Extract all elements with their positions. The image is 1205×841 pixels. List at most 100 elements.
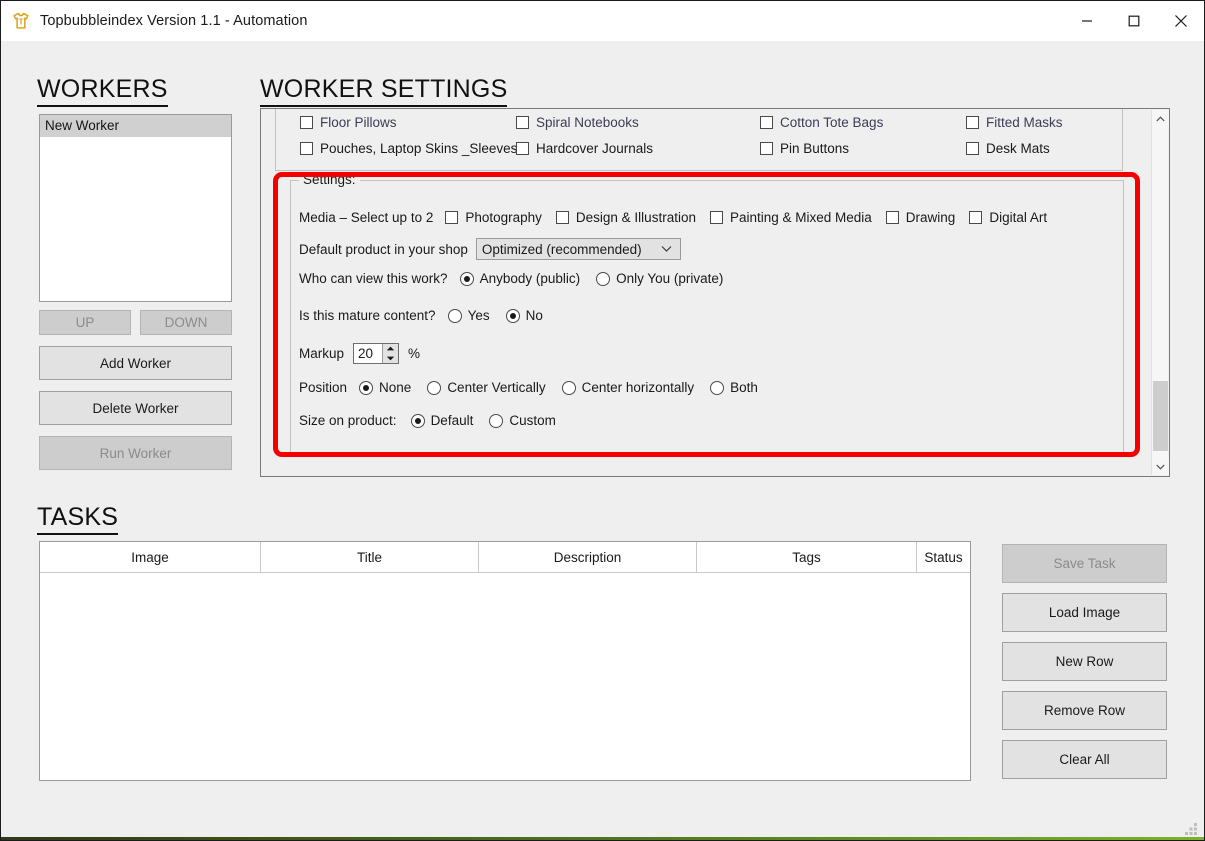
markup-unit: %	[408, 346, 421, 361]
tasks-table-header: Image Title Description Tags Status	[40, 542, 970, 573]
add-worker-button[interactable]: Add Worker	[39, 346, 232, 380]
caret-down-icon	[386, 356, 395, 361]
tasks-table[interactable]: Image Title Description Tags Status	[39, 541, 971, 781]
svg-text:T: T	[18, 18, 23, 27]
product-checkbox-cotton-tote-bags[interactable]: Cotton Tote Bags	[760, 115, 883, 130]
product-label: Pin Buttons	[780, 141, 850, 156]
media-checkbox-painting-mixed-media[interactable]: Painting & Mixed Media	[709, 210, 872, 225]
radio-icon	[505, 308, 520, 323]
worker-settings-heading-text: WORKER SETTINGS	[260, 75, 508, 107]
move-worker-up-button[interactable]: UP	[39, 310, 131, 335]
product-checkbox-pouches-laptop-skins-sleeves[interactable]: Pouches, Laptop Skins _Sleeves	[300, 141, 517, 156]
radio-icon	[359, 380, 374, 395]
product-label: Cotton Tote Bags	[780, 115, 884, 130]
product-checkbox-floor-pillows[interactable]: Floor Pillows	[300, 115, 397, 130]
position-radio-center-horizontally[interactable]: Center horizontally	[561, 380, 694, 395]
size-radio-default[interactable]: Default	[410, 413, 474, 428]
scrollbar-down-button[interactable]	[1152, 458, 1169, 475]
product-label: Fitted Masks	[986, 115, 1063, 130]
minimize-button[interactable]	[1063, 1, 1110, 41]
worker-settings-scroll-area: Floor Pillows Spiral Notebooks Cotton To…	[261, 109, 1138, 476]
checkbox-icon	[300, 142, 313, 155]
column-header-description[interactable]: Description	[479, 542, 697, 572]
delete-worker-button[interactable]: Delete Worker	[39, 391, 232, 425]
tasks-heading: TASKS	[37, 503, 119, 535]
maximize-button[interactable]	[1110, 1, 1157, 41]
workers-listbox[interactable]: New Worker	[39, 114, 232, 302]
size-on-product-row: Size on product: Default Custom	[299, 413, 572, 428]
position-radio-none[interactable]: None	[359, 380, 411, 395]
close-icon	[1174, 15, 1187, 27]
resize-grip-icon[interactable]	[1185, 822, 1199, 836]
markup-row: Markup 20 %	[299, 343, 420, 364]
markup-increment-button[interactable]	[383, 344, 398, 354]
media-checkbox-photography[interactable]: Photography	[445, 210, 542, 225]
position-label: Position	[299, 380, 348, 395]
product-checkbox-spiral-notebooks[interactable]: Spiral Notebooks	[516, 115, 639, 130]
media-option-label: Drawing	[905, 210, 956, 225]
default-product-row: Default product in your shop Optimized (…	[299, 238, 681, 260]
product-label: Floor Pillows	[320, 115, 397, 130]
mature-radio-yes[interactable]: Yes	[447, 308, 490, 323]
size-option-label: Default	[430, 413, 474, 428]
worker-list-item[interactable]: New Worker	[40, 115, 231, 137]
media-checkbox-digital-art[interactable]: Digital Art	[969, 210, 1047, 225]
title-bar: T Topbubbleindex Version 1.1 - Automatio…	[1, 1, 1204, 41]
product-checkbox-hardcover-journals[interactable]: Hardcover Journals	[516, 141, 653, 156]
maximize-icon	[1128, 15, 1139, 27]
save-task-button[interactable]: Save Task	[1002, 544, 1167, 583]
radio-icon	[489, 413, 504, 428]
move-worker-down-button[interactable]: DOWN	[140, 310, 232, 335]
media-option-label: Digital Art	[989, 210, 1048, 225]
radio-icon	[561, 380, 576, 395]
product-checkbox-fitted-masks[interactable]: Fitted Masks	[966, 115, 1063, 130]
radio-icon	[427, 380, 442, 395]
column-header-image[interactable]: Image	[40, 542, 261, 572]
product-label: Spiral Notebooks	[536, 115, 639, 130]
mature-content-row: Is this mature content? Yes No	[299, 308, 559, 323]
scrollbar-up-button[interactable]	[1152, 110, 1169, 127]
run-worker-button[interactable]: Run Worker	[39, 436, 232, 470]
markup-stepper[interactable]: 20	[353, 343, 400, 364]
radio-icon	[459, 271, 474, 286]
remove-row-button[interactable]: Remove Row	[1002, 691, 1167, 730]
visibility-radio-only-you-private[interactable]: Only You (private)	[596, 271, 723, 286]
load-image-button[interactable]: Load Image	[1002, 593, 1167, 632]
minimize-icon	[1081, 20, 1092, 22]
media-checkbox-drawing[interactable]: Drawing	[885, 210, 956, 225]
window-controls	[1063, 1, 1204, 41]
checkbox-icon	[966, 142, 979, 155]
mature-radio-no[interactable]: No	[505, 308, 543, 323]
column-header-status[interactable]: Status	[917, 542, 970, 572]
settings-group-legend: Settings:	[299, 172, 360, 187]
new-row-button[interactable]: New Row	[1002, 642, 1167, 681]
chevron-down-icon	[1156, 464, 1165, 470]
radio-icon	[596, 271, 611, 286]
mature-option-label: Yes	[467, 308, 490, 323]
visibility-row: Who can view this work? Anybody (public)…	[299, 271, 739, 286]
product-checkbox-desk-mats[interactable]: Desk Mats	[966, 141, 1050, 156]
markup-value: 20	[358, 346, 374, 361]
status-bar	[2, 789, 1203, 839]
scrollbar-thumb[interactable]	[1153, 381, 1168, 451]
media-checkbox-design-illustration[interactable]: Design & Illustration	[555, 210, 696, 225]
product-checkbox-pin-buttons[interactable]: Pin Buttons	[760, 141, 849, 156]
markup-decrement-button[interactable]	[383, 354, 398, 364]
markup-stepper-buttons[interactable]	[382, 344, 399, 364]
size-radio-custom[interactable]: Custom	[489, 413, 556, 428]
media-option-label: Design & Illustration	[575, 210, 696, 225]
checkbox-icon	[966, 116, 979, 129]
visibility-radio-anybody-public[interactable]: Anybody (public)	[459, 271, 580, 286]
close-button[interactable]	[1157, 1, 1204, 41]
application-window: T Topbubbleindex Version 1.1 - Automatio…	[0, 0, 1205, 841]
column-header-title[interactable]: Title	[261, 542, 479, 572]
column-header-tags[interactable]: Tags	[697, 542, 917, 572]
position-row: Position None Center Vertically Center h…	[299, 380, 774, 395]
position-radio-both[interactable]: Both	[710, 380, 758, 395]
clear-all-button[interactable]: Clear All	[1002, 740, 1167, 779]
default-product-select[interactable]: Optimized (recommended)	[475, 238, 681, 260]
checkbox-icon	[445, 211, 459, 224]
position-radio-center-vertically[interactable]: Center Vertically	[427, 380, 546, 395]
media-row: Media – Select up to 2 Photography Desig…	[299, 210, 1061, 225]
settings-scrollbar[interactable]	[1151, 110, 1169, 475]
